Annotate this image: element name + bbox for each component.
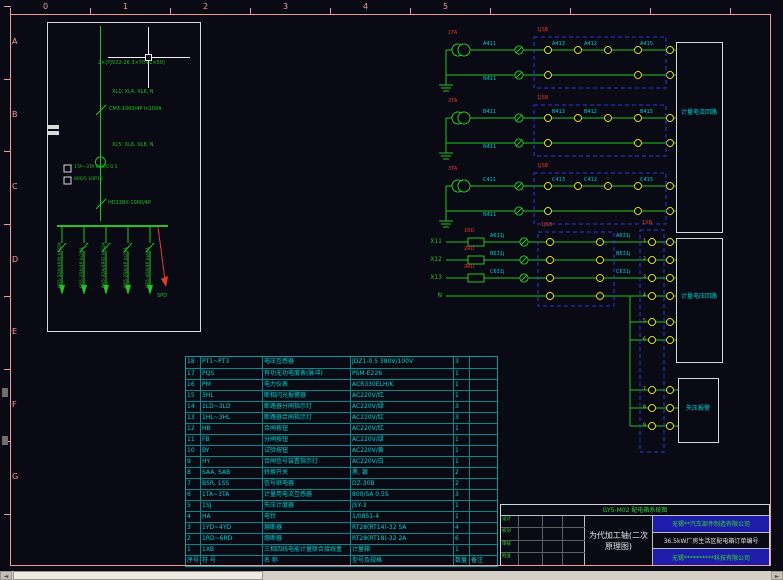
ruler-tick — [4, 151, 11, 152]
terminal-number: 4 — [643, 293, 646, 298]
ruler-col-label: 5 — [443, 2, 449, 11]
ruler-tick — [4, 78, 11, 80]
ruler-row-label: G — [12, 472, 19, 481]
scrollbar-thumb[interactable] — [13, 571, 263, 580]
ruler-row-label: D — [12, 254, 19, 264]
ruler-left: A B C D E F G — [0, 0, 18, 566]
cad-sheet[interactable]: 2×(YJV22-26 3×70+1×50) XL1: XL4, XL6, N … — [0, 0, 783, 580]
layout-margin-mark — [2, 388, 8, 397]
ruler-tick — [90, 8, 91, 15]
ruler-col-label: 0 — [43, 2, 49, 11]
ruler-col-label: 1 — [123, 2, 129, 11]
terminal-number: 3 — [643, 275, 646, 280]
scroll-left-icon[interactable]: ◄ — [0, 571, 12, 580]
ruler-tick — [570, 8, 571, 15]
ruler-tick — [4, 513, 11, 515]
ruler-tick — [250, 8, 251, 15]
terminal-number: 9 — [643, 423, 646, 428]
ruler-col-label: 2 — [203, 2, 209, 11]
ruler-top: 0 1 2 3 4 5 — [0, 0, 783, 15]
ruler-tick — [410, 8, 411, 15]
ruler-tick — [4, 223, 11, 225]
ruler-row-label: E — [12, 327, 18, 336]
ruler-tick — [650, 8, 651, 15]
terminal-number: 1 — [643, 239, 646, 244]
ruler-col-label: 4 — [363, 2, 369, 11]
layout-margin-mark — [2, 436, 8, 445]
ruler-tick — [330, 8, 331, 15]
ruler-tick — [730, 8, 731, 15]
horizontal-scrollbar[interactable]: ◄ ► — [0, 571, 783, 580]
ruler-tick — [4, 6, 11, 7]
terminal-number: 2 — [643, 257, 646, 262]
ruler-tick — [4, 296, 11, 297]
ruler-row-label: C — [12, 182, 18, 191]
ruler-tick — [170, 8, 171, 15]
ruler-tick — [4, 368, 11, 370]
ruler-row-label: A — [12, 37, 18, 46]
terminal-number: 6 — [643, 337, 646, 342]
terminal-number: 8 — [643, 405, 646, 410]
sheet-border — [10, 14, 771, 566]
terminal-number: 7 — [643, 387, 646, 392]
ruler-row-label: F — [12, 399, 17, 409]
ruler-tick — [490, 8, 491, 15]
scroll-right-icon[interactable]: ► — [771, 571, 783, 580]
terminal-number: 5 — [643, 319, 646, 324]
ruler-row-label: B — [12, 109, 18, 119]
ruler-col-label: 3 — [283, 2, 289, 11]
